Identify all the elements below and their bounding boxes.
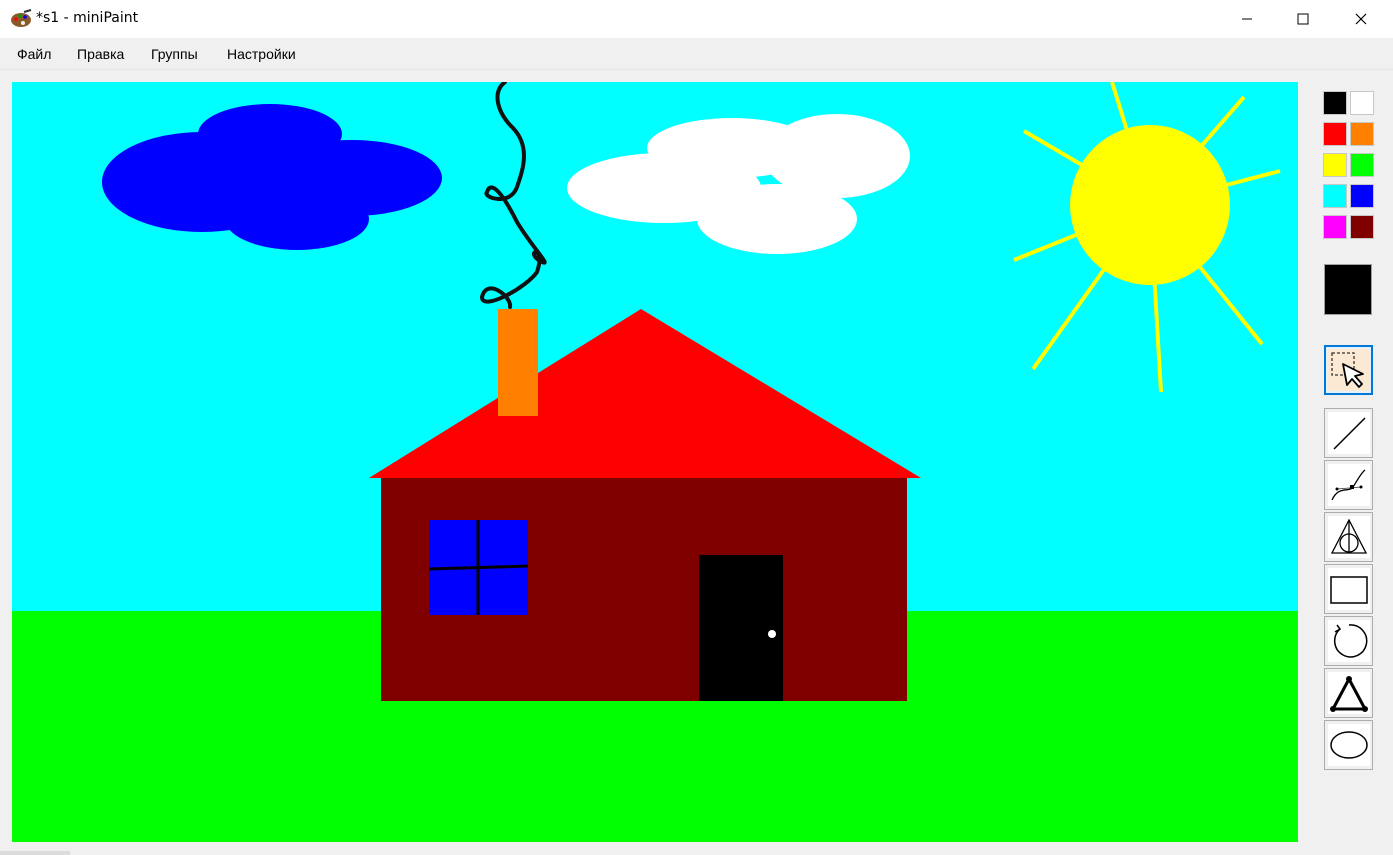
tool-deathly-hallows[interactable]	[1324, 512, 1373, 562]
deathly-hallows-icon	[1330, 518, 1367, 554]
rectangle-icon	[1329, 576, 1368, 604]
line-tool-face	[1327, 412, 1370, 454]
minimize-button[interactable]	[1224, 0, 1270, 38]
tool-triangle[interactable]	[1324, 668, 1373, 718]
bezier-icon	[1330, 469, 1365, 501]
maximize-button[interactable]	[1280, 0, 1326, 38]
ellipse-icon	[1329, 731, 1368, 759]
color-swatch[interactable]	[1350, 184, 1374, 208]
color-swatch[interactable]	[1323, 184, 1347, 208]
color-swatch[interactable]	[1350, 91, 1374, 115]
color-swatch[interactable]	[1350, 153, 1374, 177]
palette-app-icon	[11, 9, 32, 27]
app-window: *s1 - miniPaint Файл Правка Группы Настр…	[0, 0, 1393, 855]
color-swatch[interactable]	[1323, 153, 1347, 177]
select-tool-face	[1327, 349, 1370, 391]
door	[699, 555, 783, 701]
tool-circle[interactable]	[1324, 616, 1373, 666]
title-bar[interactable]: *s1 - miniPaint	[0, 0, 1393, 38]
triangle-tool-face	[1327, 672, 1370, 714]
tool-bezier[interactable]	[1324, 460, 1373, 510]
color-swatch[interactable]	[1350, 122, 1374, 146]
window-title: *s1 - miniPaint	[36, 10, 139, 26]
color-swatch[interactable]	[1350, 215, 1374, 239]
menu-bar: Файл Правка Группы Настройки	[0, 38, 1393, 70]
color-palette	[1323, 91, 1375, 243]
menu-settings[interactable]: Настройки	[227, 46, 296, 62]
triangle-icon	[1329, 676, 1368, 712]
drawing-canvas[interactable]	[12, 82, 1298, 842]
close-icon	[1355, 13, 1367, 25]
chimney	[498, 309, 538, 416]
select-icon	[1330, 352, 1364, 388]
minimize-icon	[1242, 18, 1252, 20]
color-swatch[interactable]	[1323, 91, 1347, 115]
bezier-tool-face	[1327, 464, 1370, 506]
color-swatch[interactable]	[1323, 122, 1347, 146]
menu-groups[interactable]: Группы	[151, 46, 198, 62]
tool-ellipse[interactable]	[1324, 720, 1373, 770]
maximize-icon	[1297, 13, 1309, 25]
house-window	[428, 520, 529, 615]
drawing-svg	[12, 82, 1298, 842]
menu-file[interactable]: Файл	[17, 46, 51, 62]
tool-rectangle[interactable]	[1324, 564, 1373, 614]
color-swatch[interactable]	[1323, 215, 1347, 239]
status-strip	[0, 851, 70, 855]
line-icon	[1332, 417, 1366, 450]
door-knob	[768, 630, 776, 638]
tool-line[interactable]	[1324, 408, 1373, 458]
rectangle-tool-face	[1327, 568, 1370, 610]
current-color-swatch[interactable]	[1324, 264, 1372, 315]
circle-tool-face	[1327, 620, 1370, 662]
menu-edit[interactable]: Правка	[77, 46, 124, 62]
ellipse-tool-face	[1327, 724, 1370, 766]
tool-select[interactable]	[1324, 345, 1373, 395]
circle-icon	[1333, 624, 1367, 658]
deathly-hallows-tool-face	[1327, 516, 1370, 558]
close-button[interactable]	[1338, 0, 1384, 38]
